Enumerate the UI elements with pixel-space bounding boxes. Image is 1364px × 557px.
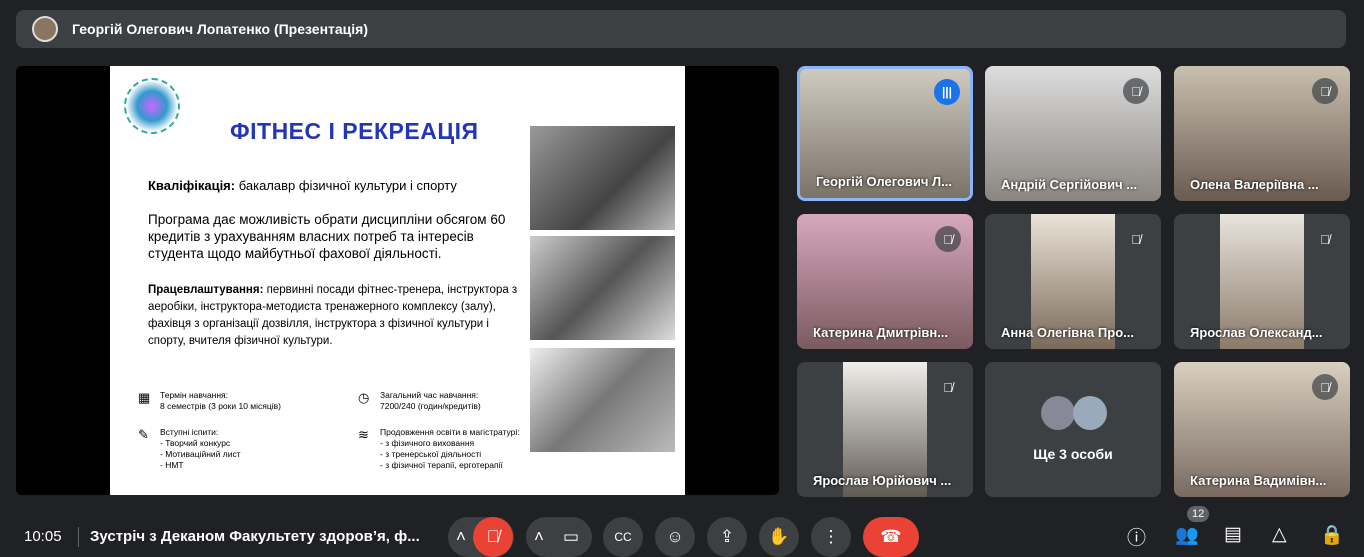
mic-off-icon: 🎙̸ <box>1312 226 1338 252</box>
participant-tile[interactable]: 🎙̸ Катерина Вадимівн... <box>1174 362 1350 497</box>
info-icon[interactable]: ⓘ <box>1127 523 1146 550</box>
qualification: Кваліфікація: бакалавр фізичної культури… <box>148 178 457 193</box>
mic-off-icon: 🎙̸ <box>1123 226 1149 252</box>
people-icon[interactable]: 👥 <box>1175 523 1199 547</box>
university-logo <box>124 78 180 134</box>
books-icon: ≋ <box>358 427 369 442</box>
presenter-bar: Георгій Олегович Лопатенко (Презентація) <box>16 10 1346 48</box>
raise-hand-button[interactable]: ✋ <box>759 517 799 557</box>
participant-tile[interactable]: 🎙̸ Анна Олегівна Про... <box>985 214 1161 349</box>
calendar-icon: ▦ <box>138 390 151 405</box>
fitness-photo <box>530 348 675 452</box>
camera-toggle-button[interactable]: ▭ <box>551 517 591 557</box>
mic-off-icon: 🎙̸ <box>1312 78 1338 104</box>
captions-button[interactable]: CC <box>603 517 643 557</box>
activities-icon[interactable]: △ <box>1272 523 1287 546</box>
leave-call-button[interactable]: ☎ <box>863 517 919 557</box>
chat-icon[interactable]: ▤ <box>1224 523 1242 546</box>
masters-info: ≋ Продовження освіти в магістратурі: - з ф… <box>358 427 520 470</box>
presenter-name: Георгій Олегович Лопатенко (Презентація) <box>72 21 368 37</box>
mic-off-icon: 🎙̸ <box>1123 78 1149 104</box>
clock-icon: ◷ <box>358 390 370 405</box>
program-text: Програма дає можливість обрати дисциплін… <box>148 212 506 261</box>
participant-tile[interactable]: 🎙̸ Ярослав Олександ... <box>1174 214 1350 349</box>
avatar <box>32 16 58 42</box>
participant-tile[interactable]: 🎙̸ Олена Валеріївна ... <box>1174 66 1350 201</box>
mic-off-icon: 🎙̸ <box>935 374 961 400</box>
emoji-button[interactable]: ☺ <box>655 517 695 557</box>
term-info: ▦ Термін навчання: 8 семестрів (3 роки 10 … <box>138 390 281 411</box>
more-options-button[interactable]: ⋮ <box>811 517 851 557</box>
clock: 10:05 <box>24 528 62 545</box>
slide-title: ФІТНЕС І РЕКРЕАЦІЯ <box>230 118 479 144</box>
hours-info: ◷ Загальний час навчання: 7200/240 (годин/… <box>358 390 481 411</box>
participant-tile[interactable]: 🎙̸ Андрій Сергійович ... <box>985 66 1161 201</box>
participant-tile[interactable]: ||| Георгій Олегович Л... <box>797 66 973 201</box>
exams-info: ✎ Вступні іспити: - Творчий конкурс - Мотив… <box>138 427 241 470</box>
control-bar: 10:05 Зустріч з Деканом Факультету здоро… <box>0 506 1364 557</box>
mic-off-icon: 🎙̸ <box>935 226 961 252</box>
presentation-stage[interactable]: ФІТНЕС І РЕКРЕАЦІЯ Кваліфікація: бакалав… <box>16 66 779 495</box>
mic-off-icon: 🎙̸ <box>1312 374 1338 400</box>
slide: ФІТНЕС І РЕКРЕАЦІЯ Кваліфікація: бакалав… <box>110 66 685 495</box>
fitness-photo <box>530 236 675 340</box>
speaking-icon: ||| <box>934 79 960 105</box>
exam-icon: ✎ <box>138 427 149 442</box>
participant-count-badge: 12 <box>1187 506 1210 522</box>
mic-toggle-button[interactable]: 🎙̸ <box>473 517 513 557</box>
host-controls-icon[interactable]: 🔒 <box>1320 523 1344 547</box>
meeting-title: Зустріч з Деканом Факультету здоров’я, ф… <box>90 528 420 545</box>
fitness-photo <box>530 126 675 230</box>
employment: Працевлаштування: первинні посади фітнес… <box>148 284 518 347</box>
participant-tile[interactable]: 🎙̸ Катерина Дмитрівн... <box>797 214 973 349</box>
more-participants-tile[interactable]: Ще 3 особи <box>985 362 1161 497</box>
participant-tile[interactable]: 🎙̸ Ярослав Юрійович ... <box>797 362 973 497</box>
present-button[interactable]: ⇪ <box>707 517 747 557</box>
